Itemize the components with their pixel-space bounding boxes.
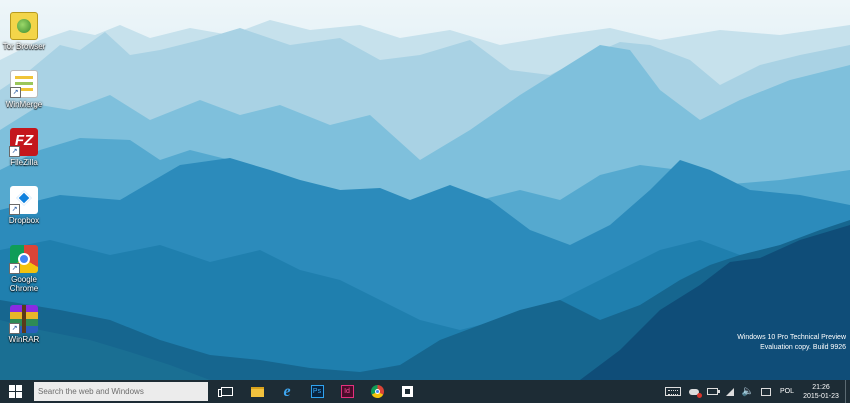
desktop-icon-label: WinRAR (8, 335, 40, 344)
shortcut-arrow-icon: ↗ (9, 263, 20, 274)
photoshop-button[interactable]: Ps (302, 380, 332, 403)
input-language-indicator[interactable]: POL (775, 380, 799, 403)
store-button[interactable] (392, 380, 422, 403)
cloud-error-icon (689, 388, 702, 398)
battery-icon (706, 388, 720, 395)
internet-explorer-icon: e (283, 382, 291, 400)
system-tray: 🔈 POL 21:26 2015-01-23 (661, 380, 850, 403)
desktop-icon-label: WinMerge (5, 100, 43, 109)
desktop-icon-tor-browser[interactable]: Tor Browser (2, 12, 46, 51)
winrar-icon: ↗ (9, 305, 38, 334)
winmerge-icon: ↗ (10, 70, 38, 98)
desktop-icon-label: Tor Browser (2, 42, 46, 51)
store-icon (401, 386, 413, 397)
shortcut-arrow-icon: ↗ (10, 87, 21, 98)
watermark-line-2: Evaluation copy. Build 9926 (760, 344, 846, 351)
show-desktop-button[interactable] (845, 380, 850, 403)
keyboard-icon (665, 387, 681, 396)
shortcut-arrow-icon: ↗ (9, 146, 20, 157)
task-view-button[interactable] (212, 380, 242, 403)
windows-logo-icon (8, 385, 22, 398)
indesign-icon: Id (340, 385, 354, 398)
volume-button[interactable]: 🔈 (739, 380, 757, 403)
search-input[interactable] (38, 387, 208, 396)
desktop-icon-label: Google Chrome (9, 275, 39, 293)
message-icon (761, 387, 771, 396)
chrome-taskbar-button[interactable] (362, 380, 392, 403)
desktop-icon-label: Dropbox (8, 216, 40, 225)
desktop-icon-winrar[interactable]: ↗ WinRAR (2, 305, 46, 344)
search-box[interactable] (34, 382, 208, 401)
clock-date: 2015-01-23 (803, 392, 839, 400)
desktop-icon-label: FileZilla (10, 158, 38, 167)
touch-keyboard-button[interactable] (661, 380, 685, 403)
chrome-icon: ↗ (9, 245, 38, 274)
shortcut-arrow-icon: ↗ (9, 323, 20, 334)
filezilla-icon: FZ ↗ (9, 128, 38, 157)
desktop-icon-winmerge[interactable]: ↗ WinMerge (2, 70, 46, 109)
action-center-button[interactable] (757, 380, 775, 403)
clock[interactable]: 21:26 2015-01-23 (799, 380, 843, 403)
indesign-button[interactable]: Id (332, 380, 362, 403)
internet-explorer-button[interactable]: e (272, 380, 302, 403)
desktop-icon-filezilla[interactable]: FZ ↗ FileZilla (2, 128, 46, 167)
start-button[interactable] (0, 380, 30, 403)
desktop-icon-google-chrome[interactable]: ↗ Google Chrome (2, 245, 46, 293)
task-view-icon (218, 387, 233, 397)
chrome-icon (370, 385, 384, 398)
desktop-icon-dropbox[interactable]: ↗ Dropbox (2, 186, 46, 225)
network-signal-icon (726, 387, 734, 396)
clock-time: 21:26 (812, 383, 830, 391)
watermark-line-1: Windows 10 Pro Technical Preview (737, 334, 846, 341)
onedrive-status-button[interactable] (685, 380, 703, 403)
mountain-wallpaper (0, 20, 850, 380)
shortcut-arrow-icon: ↗ (9, 204, 20, 215)
network-button[interactable] (721, 380, 739, 403)
battery-button[interactable] (703, 380, 721, 403)
dropbox-icon: ↗ (9, 186, 38, 215)
file-explorer-icon (250, 386, 264, 397)
evaluation-watermark: Windows 10 Pro Technical Preview Evaluat… (737, 333, 846, 353)
speaker-icon: 🔈 (741, 386, 755, 397)
file-explorer-button[interactable] (242, 380, 272, 403)
photoshop-icon: Ps (310, 385, 324, 398)
taskbar: e Ps Id 🔈 POL 21:26 2015-01- (0, 380, 850, 403)
tor-browser-icon (10, 12, 38, 40)
desktop[interactable]: Tor Browser ↗ WinMerge FZ ↗ FileZilla ↗ … (0, 0, 850, 380)
